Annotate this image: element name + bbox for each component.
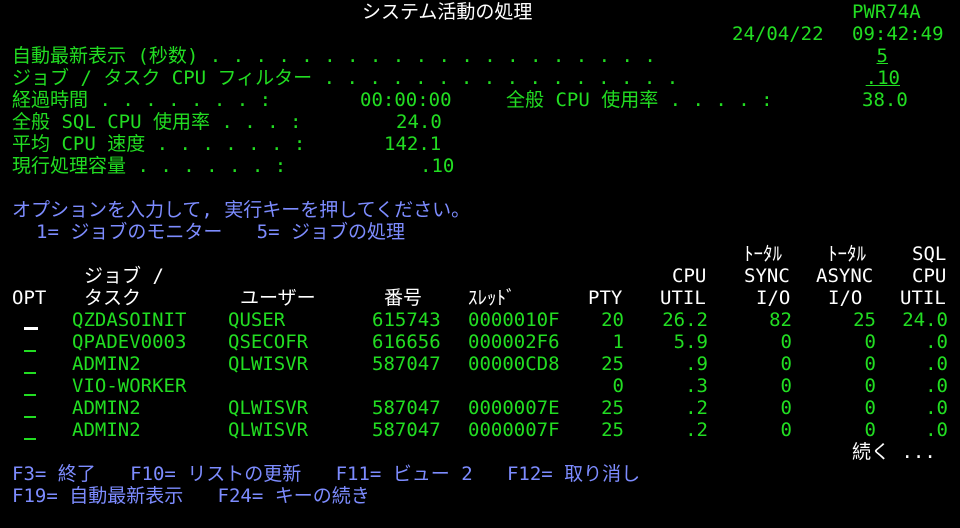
row-user: QLWISVR bbox=[228, 397, 309, 419]
row-sync-io: 0 bbox=[780, 397, 792, 419]
elapsed-time-value: 00:00:00 bbox=[360, 89, 452, 111]
function-keys-line-2[interactable]: F19= 自動最新表示 F24= キーの続き bbox=[12, 485, 370, 507]
row-job: QZDASOINIT bbox=[72, 309, 187, 331]
row-sync-io: 0 bbox=[780, 375, 792, 397]
row-user: QLWISVR bbox=[228, 353, 309, 375]
row-async-io: 0 bbox=[864, 353, 876, 375]
row-pty: 25 bbox=[601, 397, 624, 419]
row-job: VIO-WORKER bbox=[72, 375, 187, 397]
row-number: 615743 bbox=[372, 309, 441, 331]
row-sql-cpu: 24.0 bbox=[902, 309, 948, 331]
auto-refresh-input[interactable]: 5 bbox=[852, 45, 888, 67]
option-field[interactable] bbox=[24, 416, 36, 418]
text-cursor bbox=[24, 327, 38, 330]
cpu-filter-input[interactable]: .10 bbox=[852, 67, 900, 89]
sql-cpu-value: 24.0 bbox=[396, 111, 442, 133]
row-pty: 25 bbox=[601, 353, 624, 375]
sql-cpu-label: 全般 SQL CPU 使用率 . . . : bbox=[12, 111, 302, 133]
row-sql-cpu: .0 bbox=[925, 375, 948, 397]
col-header-util: UTIL bbox=[660, 287, 706, 309]
elapsed-time-label: 経過時間 . . . . . . . : bbox=[12, 89, 272, 111]
option-legend: 1= ジョブのモニター 5= ジョブの処理 bbox=[36, 221, 405, 243]
more-indicator: 続く ... bbox=[852, 441, 936, 463]
col-header-total-async: ﾄｰﾀﾙ bbox=[828, 243, 867, 265]
cpu-filter-label: ジョブ / タスク CPU フィルター . . . . . . . . . . … bbox=[12, 67, 679, 89]
row-number: 587047 bbox=[372, 397, 441, 419]
avg-cpu-speed-value: 142.1 bbox=[384, 133, 442, 155]
col-header-sql: SQL bbox=[912, 243, 947, 265]
row-thread: 0000010F bbox=[468, 309, 560, 331]
col-header-cpu2: CPU bbox=[912, 265, 947, 287]
row-sql-cpu: .0 bbox=[925, 419, 948, 441]
row-async-io: 0 bbox=[864, 419, 876, 441]
row-number: 587047 bbox=[372, 419, 441, 441]
row-sync-io: 82 bbox=[769, 309, 792, 331]
current-capacity-value: .10 bbox=[420, 155, 455, 177]
function-keys-line-1[interactable]: F3= 終了 F10= リストの更新 F11= ビュー 2 F12= 取り消し bbox=[12, 463, 640, 485]
col-header-pty: PTY bbox=[588, 287, 623, 309]
col-header-task: タスク bbox=[84, 287, 142, 309]
option-field[interactable] bbox=[24, 394, 36, 396]
option-field[interactable] bbox=[24, 438, 36, 440]
row-thread: 0000007F bbox=[468, 419, 560, 441]
option-field[interactable] bbox=[24, 350, 36, 352]
col-header-user: ユーザー bbox=[240, 287, 316, 309]
col-header-async-io: I/O bbox=[828, 287, 863, 309]
row-user: QUSER bbox=[228, 309, 286, 331]
row-sql-cpu: .0 bbox=[925, 331, 948, 353]
instructions: オプションを入力して, 実行キーを押してください。 bbox=[12, 199, 471, 221]
col-header-async: ASYNC bbox=[816, 265, 874, 287]
row-async-io: 25 bbox=[853, 309, 876, 331]
col-header-job: ジョブ / bbox=[84, 265, 164, 287]
row-sync-io: 0 bbox=[780, 419, 792, 441]
row-thread: 00000CD8 bbox=[468, 353, 560, 375]
auto-refresh-label: 自動最新表示 (秒数) . . . . . . . . . . . . . . … bbox=[12, 45, 656, 67]
row-sql-cpu: .0 bbox=[925, 397, 948, 419]
col-header-opt: OPT bbox=[12, 287, 47, 309]
row-pty: 25 bbox=[601, 419, 624, 441]
row-user: QSECOFR bbox=[228, 331, 309, 353]
col-header-sync-io: I/O bbox=[756, 287, 791, 309]
row-pty: 20 bbox=[601, 309, 624, 331]
row-thread: 000002F6 bbox=[468, 331, 560, 353]
overall-cpu-label: 全般 CPU 使用率 . . . . : bbox=[506, 89, 773, 111]
col-header-sql-util: UTIL bbox=[900, 287, 946, 309]
row-sync-io: 0 bbox=[780, 353, 792, 375]
row-cpu-util: 26.2 bbox=[662, 309, 708, 331]
system-name: PWR74A bbox=[852, 1, 921, 23]
row-sql-cpu: .0 bbox=[925, 353, 948, 375]
row-cpu-util: .2 bbox=[685, 397, 708, 419]
row-job: QPADEV0003 bbox=[72, 331, 187, 353]
avg-cpu-speed-label: 平均 CPU 速度 . . . . . . : bbox=[12, 133, 306, 155]
system-date: 24/04/22 bbox=[732, 23, 824, 45]
row-sync-io: 0 bbox=[780, 331, 792, 353]
option-field[interactable] bbox=[24, 372, 36, 374]
row-number: 587047 bbox=[372, 353, 441, 375]
col-header-thread: ｽﾚｯﾄﾞ bbox=[468, 287, 516, 309]
row-thread: 0000007E bbox=[468, 397, 560, 419]
row-cpu-util: 5.9 bbox=[673, 331, 708, 353]
row-pty: 1 bbox=[612, 331, 624, 353]
screen-title: システム活動の処理 bbox=[362, 1, 533, 23]
row-cpu-util: .3 bbox=[685, 375, 708, 397]
row-job: ADMIN2 bbox=[72, 397, 141, 419]
col-header-number: 番号 bbox=[384, 287, 423, 309]
row-job: ADMIN2 bbox=[72, 353, 141, 375]
row-cpu-util: .2 bbox=[685, 419, 708, 441]
row-user: QLWISVR bbox=[228, 419, 309, 441]
col-header-total-sync: ﾄｰﾀﾙ bbox=[744, 243, 783, 265]
row-cpu-util: .9 bbox=[685, 353, 708, 375]
current-capacity-label: 現行処理容量 . . . . . . : bbox=[12, 155, 287, 177]
row-job: ADMIN2 bbox=[72, 419, 141, 441]
row-pty: 0 bbox=[612, 375, 624, 397]
col-header-cpu: CPU bbox=[672, 265, 707, 287]
row-async-io: 0 bbox=[864, 397, 876, 419]
col-header-sync: SYNC bbox=[744, 265, 790, 287]
row-async-io: 0 bbox=[864, 375, 876, 397]
system-time: 09:42:49 bbox=[852, 23, 944, 45]
row-async-io: 0 bbox=[864, 331, 876, 353]
row-number: 616656 bbox=[372, 331, 441, 353]
overall-cpu-value: 38.0 bbox=[862, 89, 908, 111]
